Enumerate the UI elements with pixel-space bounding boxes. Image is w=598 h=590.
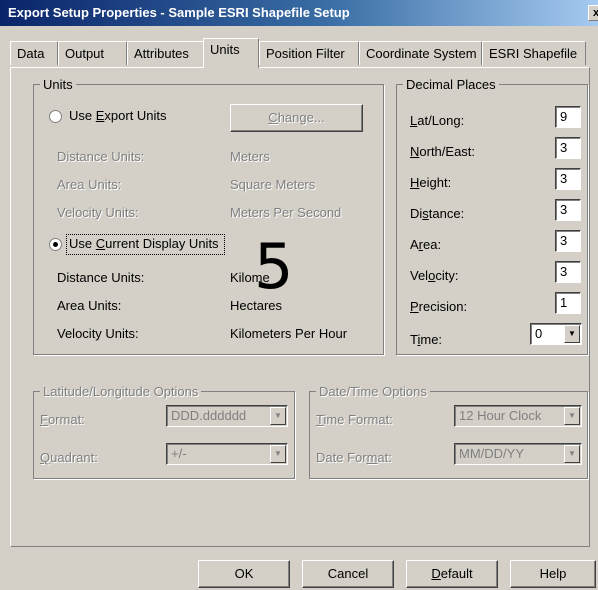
tab-attributes[interactable]: Attributes — [127, 41, 206, 65]
units-group-legend: Units — [43, 77, 73, 92]
height-field[interactable]: 3 — [555, 168, 581, 190]
export-area-units-label: Area Units: — [57, 177, 122, 192]
latlong-options-legend: Latitude/Longitude Options — [43, 384, 199, 399]
radio-selected-dot — [53, 242, 58, 247]
title-bar: Export Setup Properties - Sample ESRI Sh… — [0, 0, 598, 26]
area-label: Area: — [410, 237, 442, 252]
chevron-down-icon[interactable]: ▼ — [564, 325, 580, 343]
time-label: Time: — [410, 332, 443, 347]
velocity-label: Velocity: — [410, 268, 459, 283]
precision-label: Precision: — [410, 299, 468, 314]
tab-output[interactable]: Output — [58, 41, 127, 65]
time-select-value: 0 — [535, 326, 543, 341]
use-export-units-label[interactable]: Use Export Units — [69, 108, 167, 123]
ok-button[interactable]: OK — [198, 560, 290, 588]
datetime-options-legend: Date/Time Options — [319, 384, 427, 399]
tab-coordinate-system[interactable]: Coordinate System — [359, 41, 482, 65]
chevron-down-icon[interactable]: ▼ — [564, 445, 580, 463]
chevron-down-icon[interactable]: ▼ — [270, 407, 286, 425]
quadrant-select[interactable]: +/- ▼ — [166, 443, 288, 465]
tab-units[interactable]: Units — [203, 38, 259, 68]
export-velocity-units-value: Meters Per Second — [230, 205, 342, 220]
tab-position-filter[interactable]: Position Filter — [259, 41, 359, 65]
quadrant-select-value: +/- — [171, 446, 187, 461]
area-field[interactable]: 3 — [555, 230, 581, 252]
precision-field[interactable]: 1 — [555, 292, 581, 314]
use-current-display-units-label[interactable]: Use Current Display Units — [69, 236, 219, 251]
distance-label: Distance: — [410, 206, 465, 221]
overlay-number-label: 5 — [254, 230, 294, 303]
help-button[interactable]: Help — [510, 560, 596, 588]
height-label: Height: — [410, 175, 452, 190]
export-distance-units-label: Distance Units: — [57, 149, 145, 164]
tab-data[interactable]: Data — [10, 41, 58, 65]
date-format-select[interactable]: MM/DD/YY ▼ — [454, 443, 582, 465]
export-distance-units-value: Meters — [230, 149, 270, 164]
change-button[interactable]: Change... — [230, 104, 363, 132]
cancel-button[interactable]: Cancel — [302, 560, 394, 588]
current-velocity-units-label: Velocity Units: — [57, 326, 139, 341]
export-velocity-units-label: Velocity Units: — [57, 205, 139, 220]
current-velocity-units-value: Kilometers Per Hour — [230, 326, 348, 341]
format-select-value: DDD.dddddd — [171, 408, 247, 423]
default-button[interactable]: Default — [406, 560, 498, 588]
decimal-places-legend: Decimal Places — [406, 77, 496, 92]
quadrant-label: Quadrant: — [40, 450, 98, 465]
date-format-select-value: MM/DD/YY — [459, 446, 524, 461]
window-title: Export Setup Properties - Sample ESRI Sh… — [8, 5, 350, 20]
format-label: Format: — [40, 412, 85, 427]
use-export-units-radio[interactable] — [49, 110, 62, 123]
tab-esri-shapefile[interactable]: ESRI Shapefile — [482, 41, 586, 65]
lat-long-label: Lat/Long: — [410, 113, 465, 128]
distance-field[interactable]: 3 — [555, 199, 581, 221]
use-current-display-units-radio[interactable] — [49, 238, 62, 251]
time-format-select[interactable]: 12 Hour Clock ▼ — [454, 405, 582, 427]
format-select[interactable]: DDD.dddddd ▼ — [166, 405, 288, 427]
time-select[interactable]: 0 ▼ — [530, 323, 582, 345]
export-area-units-value: Square Meters — [230, 177, 316, 192]
time-format-label: Time Format: — [316, 412, 393, 427]
close-icon[interactable]: x — [588, 5, 598, 21]
chevron-down-icon[interactable]: ▼ — [564, 407, 580, 425]
north-east-field[interactable]: 3 — [555, 137, 581, 159]
north-east-label: North/East: — [410, 144, 476, 159]
chevron-down-icon[interactable]: ▼ — [270, 445, 286, 463]
velocity-field[interactable]: 3 — [555, 261, 581, 283]
time-format-select-value: 12 Hour Clock — [459, 408, 542, 423]
lat-long-field[interactable]: 9 — [555, 106, 581, 128]
current-area-units-label: Area Units: — [57, 298, 122, 313]
current-distance-units-label: Distance Units: — [57, 270, 145, 285]
date-format-label: Date Format: — [316, 450, 392, 465]
